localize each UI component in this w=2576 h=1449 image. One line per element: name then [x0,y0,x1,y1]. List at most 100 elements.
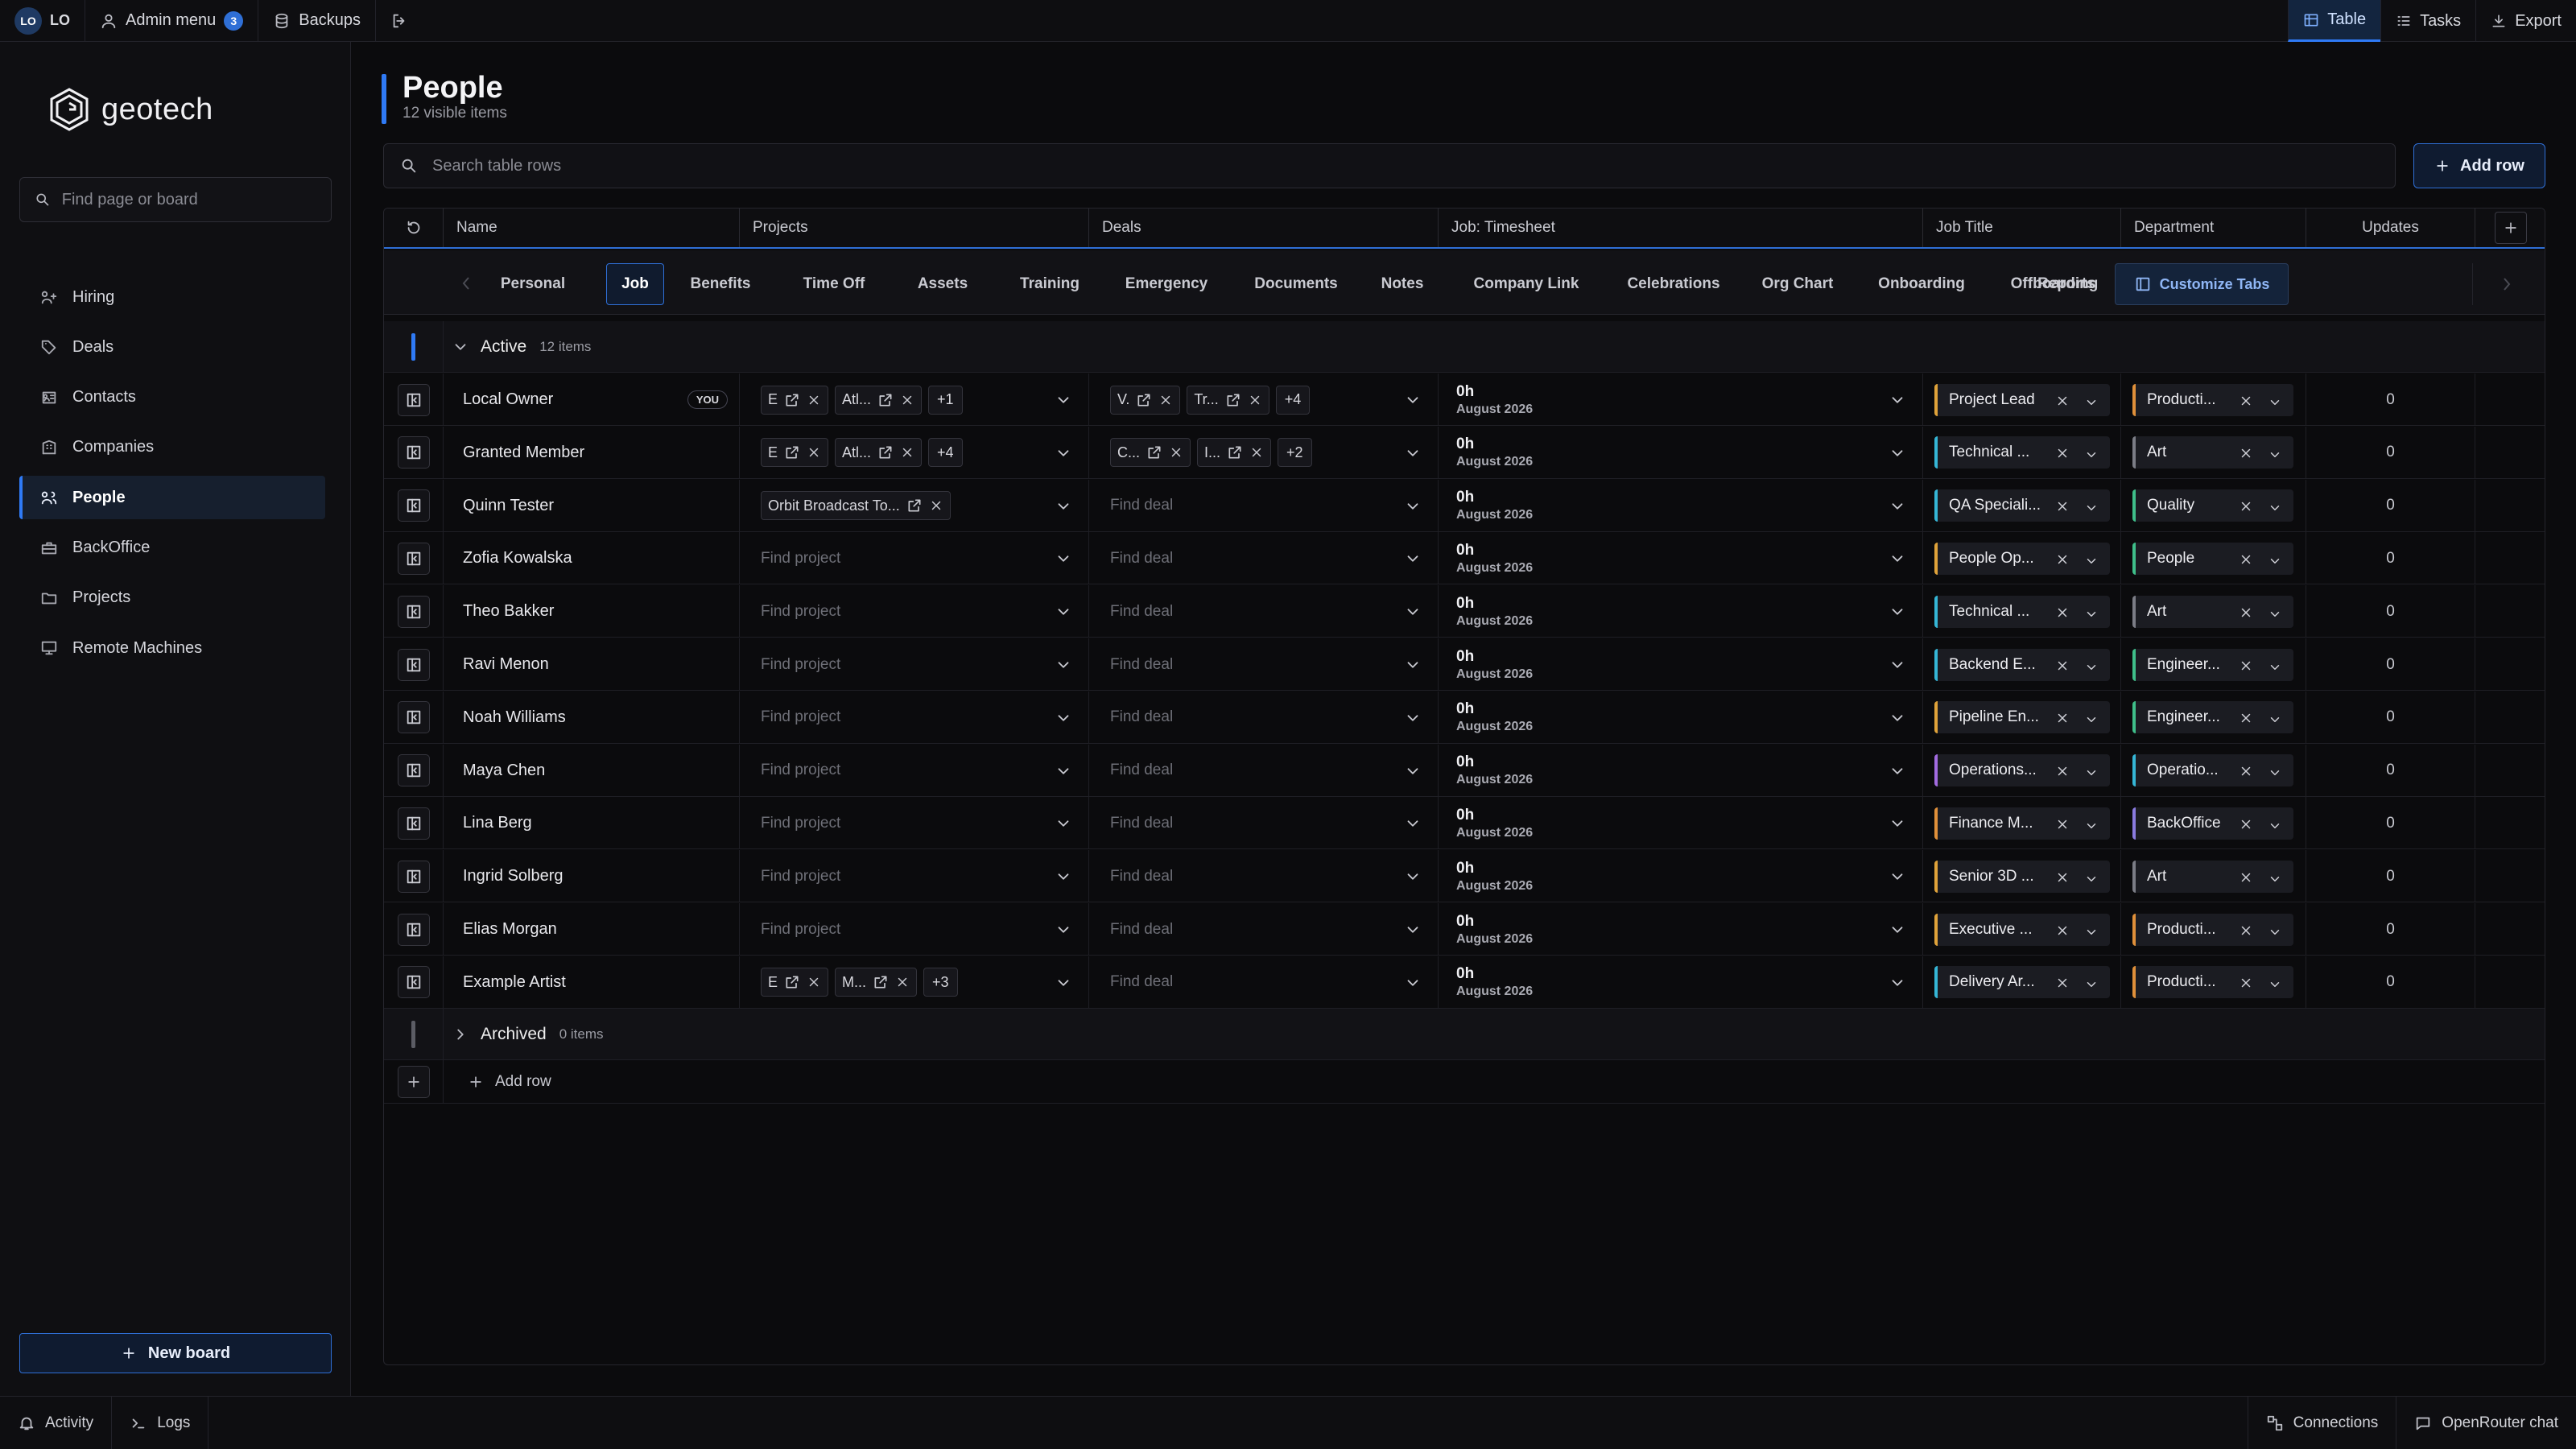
projects-cell[interactable]: Find project [740,638,1089,691]
department-dropdown[interactable] [2268,819,2282,833]
projects-cell[interactable]: E Atl... +1 [740,374,1089,426]
department-dropdown[interactable] [2268,501,2282,515]
projects-dropdown[interactable] [1055,497,1072,515]
name-cell[interactable]: Zofia Kowalska [444,532,740,585]
more-projects-badge[interactable]: +3 [923,968,958,997]
job-title-tag[interactable]: Pipeline En... [1934,701,2110,734]
updates-cell[interactable]: 0 [2306,585,2475,638]
projects-cell[interactable]: Orbit Broadcast To... [740,479,1089,532]
projects-dropdown[interactable] [1055,815,1072,832]
job-title-dropdown[interactable] [2084,712,2099,727]
tab-emergency[interactable]: Emergency [1112,263,1221,305]
projects-cell[interactable]: E M... +3 [740,956,1089,1009]
department-tag[interactable]: Engineer... [2132,648,2293,681]
timesheet-cell[interactable]: 0h August 2026 [1439,956,1923,1009]
projects-dropdown[interactable] [1055,656,1072,674]
projects-dropdown[interactable] [1055,762,1072,780]
job-title-tag[interactable]: Backend E... [1934,648,2110,681]
department-tag[interactable]: BackOffice [2132,807,2293,840]
department-cell[interactable]: Art [2121,585,2306,638]
job-title-dropdown[interactable] [2084,501,2099,515]
tab-documents[interactable]: Documents [1241,263,1352,305]
backups-button[interactable]: Backups [258,0,376,42]
clear-job-title[interactable] [2055,764,2070,778]
connections-button[interactable]: Connections [2247,1397,2396,1449]
sidebar-item-companies[interactable]: Companies [19,426,325,469]
project-chip[interactable]: Atl... [835,385,923,415]
column-header-projects[interactable]: Projects [740,208,1089,247]
deals-cell[interactable]: Find deal [1089,691,1439,744]
openrouter-chat-button[interactable]: OpenRouter chat [2396,1397,2576,1449]
deals-dropdown[interactable] [1404,497,1422,515]
clear-department[interactable] [2239,923,2253,938]
clear-job-title[interactable] [2055,923,2070,938]
clear-job-title[interactable] [2055,499,2070,514]
deals-dropdown[interactable] [1404,921,1422,939]
clear-department[interactable] [2239,552,2253,567]
job-title-tag[interactable]: Executive ... [1934,913,2110,946]
timesheet-cell[interactable]: 0h August 2026 [1439,744,1923,797]
deals-dropdown[interactable] [1404,709,1422,727]
deals-dropdown[interactable] [1404,391,1422,409]
updates-cell[interactable]: 0 [2306,638,2475,691]
name-cell[interactable]: Local Owner YOU [444,374,740,426]
projects-dropdown[interactable] [1055,974,1072,992]
deals-cell[interactable]: Find deal [1089,638,1439,691]
customize-tabs-button[interactable]: Customize Tabs [2115,263,2289,305]
sidebar-search[interactable] [19,177,332,222]
projects-cell[interactable]: Find project [740,797,1089,850]
job-title-dropdown[interactable] [2084,554,2099,568]
deals-dropdown[interactable] [1404,974,1422,992]
deals-cell[interactable]: V. Tr... +4 [1089,374,1439,426]
deal-chip[interactable]: Tr... [1187,385,1269,415]
job-title-tag[interactable]: People Op... [1934,542,2110,575]
open-row-button[interactable] [397,754,430,787]
clear-department[interactable] [2239,446,2253,460]
job-title-cell[interactable]: QA Speciali... [1923,479,2121,532]
job-title-dropdown[interactable] [2084,660,2099,675]
timesheet-cell[interactable]: 0h August 2026 [1439,585,1923,638]
tab-onboarding[interactable]: Onboarding [1862,263,1981,305]
department-tag[interactable]: Art [2132,436,2293,469]
job-title-cell[interactable]: Technical ... [1923,426,2121,479]
timesheet-dropdown[interactable] [1889,656,1906,674]
clear-job-title[interactable] [2055,394,2070,408]
job-title-cell[interactable]: Senior 3D ... [1923,850,2121,903]
column-header-deals[interactable]: Deals [1089,208,1439,247]
timesheet-dropdown[interactable] [1889,921,1906,939]
department-cell[interactable]: Art [2121,426,2306,479]
more-deals-badge[interactable]: +4 [1275,385,1311,415]
view-tasks-button[interactable]: Tasks [2380,0,2475,42]
timesheet-cell[interactable]: 0h August 2026 [1439,426,1923,479]
add-column-button[interactable] [2475,208,2545,247]
department-dropdown[interactable] [2268,977,2282,992]
department-dropdown[interactable] [2268,766,2282,780]
deals-cell[interactable]: Find deal [1089,903,1439,956]
timesheet-dropdown[interactable] [1889,815,1906,832]
timesheet-cell[interactable]: 0h August 2026 [1439,691,1923,744]
admin-menu-button[interactable]: Admin menu 3 [85,0,259,42]
deals-dropdown[interactable] [1404,444,1422,462]
deals-dropdown[interactable] [1404,762,1422,780]
tabs-scroll-right[interactable] [2472,263,2540,305]
add-row-plus-button[interactable] [397,1066,430,1098]
clear-job-title[interactable] [2055,552,2070,567]
column-header-job-title[interactable]: Job Title [1923,208,2121,247]
group-archived-header[interactable]: Archived 0 items [384,1008,2545,1060]
projects-cell[interactable]: Find project [740,585,1089,638]
projects-dropdown[interactable] [1055,868,1072,886]
timesheet-dropdown[interactable] [1889,709,1906,727]
department-tag[interactable]: Quality [2132,489,2293,522]
open-row-button[interactable] [397,436,430,469]
clear-department[interactable] [2239,711,2253,725]
more-projects-badge[interactable]: +1 [928,385,963,415]
open-row-button[interactable] [397,489,430,522]
clear-department[interactable] [2239,499,2253,514]
job-title-cell[interactable]: Project Lead [1923,374,2121,426]
logs-button[interactable]: Logs [112,1396,209,1449]
job-title-cell[interactable]: Finance M... [1923,797,2121,850]
sidebar-item-deals[interactable]: Deals [19,325,325,369]
clear-department[interactable] [2239,976,2253,990]
sidebar-item-contacts[interactable]: Contacts [19,376,325,419]
open-row-button[interactable] [397,648,430,681]
